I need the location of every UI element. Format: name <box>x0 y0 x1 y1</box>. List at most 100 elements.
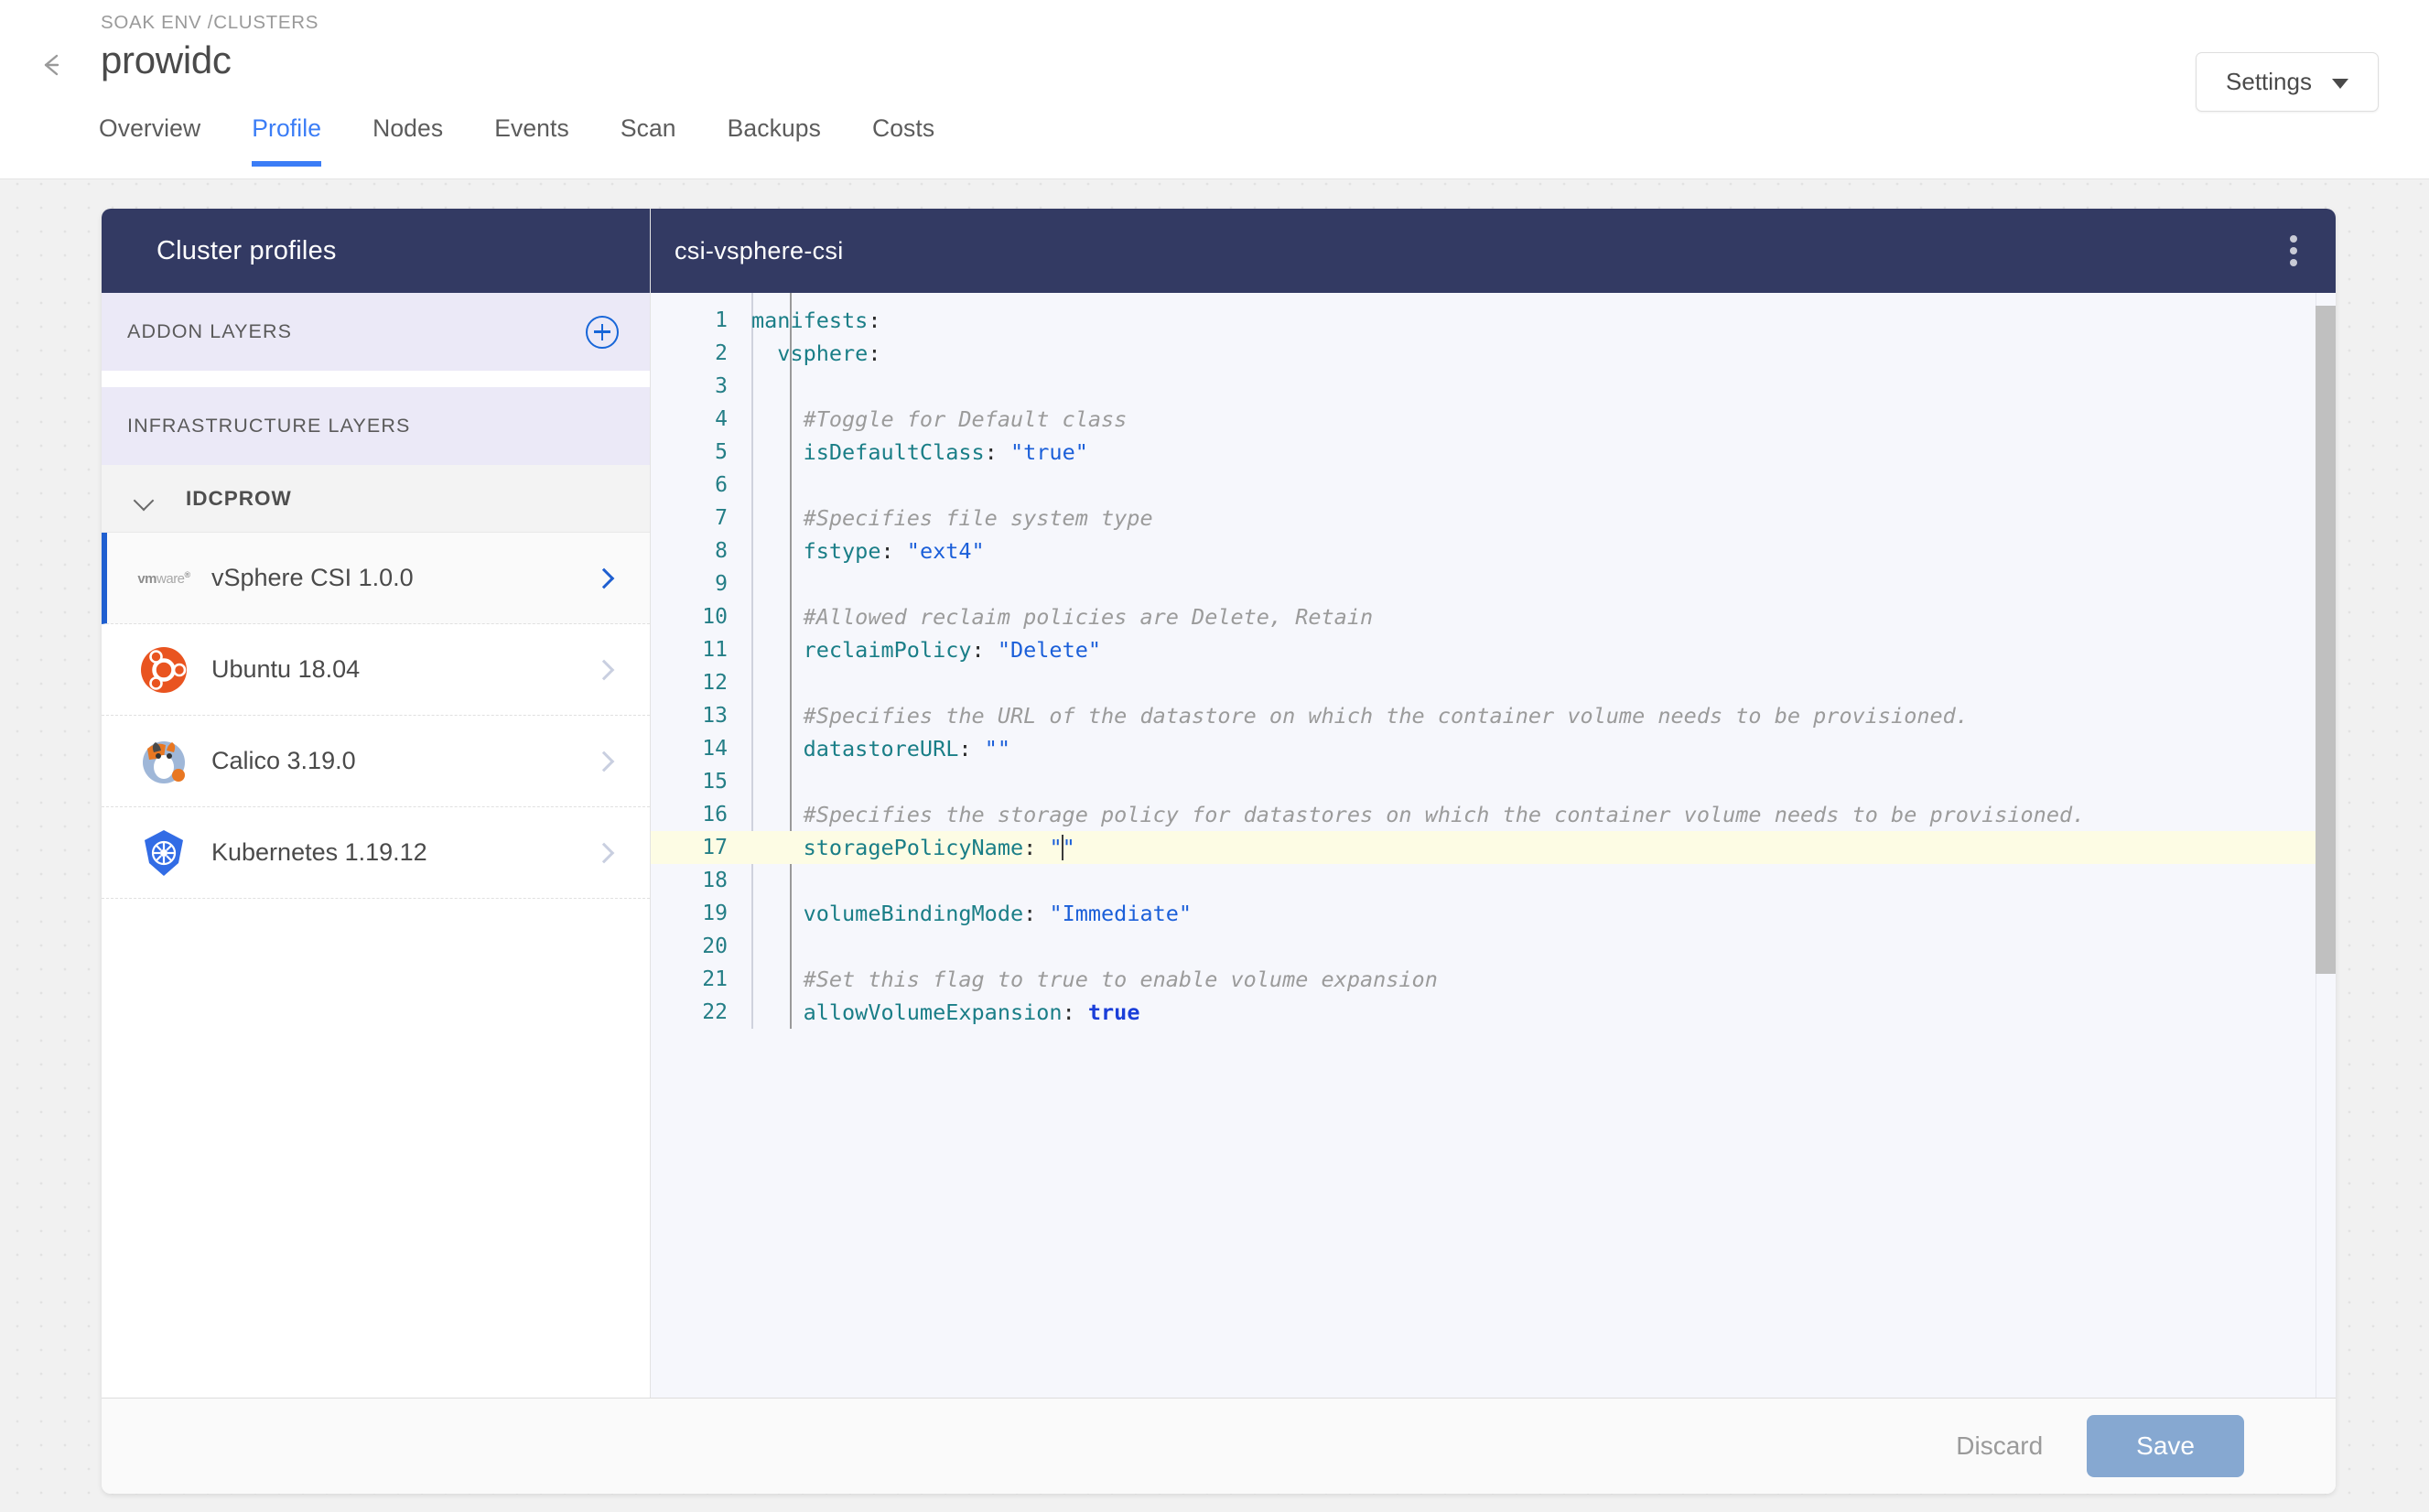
code-text: manifests: <box>751 308 881 333</box>
discard-button[interactable]: Discard <box>1936 1422 2063 1470</box>
code-text: #Toggle for Default class <box>803 406 1128 432</box>
code-line[interactable]: 1 manifests: <box>651 304 2336 337</box>
code-line[interactable]: 3 <box>651 370 2336 403</box>
line-number: 11 <box>702 638 728 662</box>
layer-group-label: IDCPROW <box>186 486 292 510</box>
code-text: #Specifies the storage policy for datast… <box>803 802 2086 827</box>
editor-header: csi-vsphere-csi <box>651 209 2336 293</box>
sidebar-item-vsphere-csi-label: vSphere CSI 1.0.0 <box>211 564 414 591</box>
section-divider <box>102 371 650 387</box>
section-addon-layers-label: ADDON LAYERS <box>127 320 293 342</box>
sidebar-item-ubuntu[interactable]: Ubuntu 18.04 <box>102 624 650 716</box>
code-lines[interactable]: 1 manifests: 2 vsphere: 3 4 #Toggle for Def… <box>651 293 2336 1029</box>
card-body: Cluster profiles ADDON LAYERS INFRASTRUC… <box>102 209 2336 1398</box>
profile-card: Cluster profiles ADDON LAYERS INFRASTRUC… <box>102 209 2336 1494</box>
code-line[interactable]: 16 #Specifies the storage policy for dat… <box>651 798 2336 831</box>
code-line[interactable]: 21 #Set this flag to true to enable volu… <box>651 963 2336 996</box>
code-line[interactable]: 4 #Toggle for Default class <box>651 403 2336 436</box>
chevron-down-icon <box>136 493 155 503</box>
code-line[interactable]: 22 allowVolumeExpansion: true <box>651 996 2336 1029</box>
line-number: 3 <box>715 374 728 398</box>
editor-vertical-scrollbar[interactable] <box>2316 293 2336 1398</box>
sidebar-item-calico[interactable]: Calico 3.19.0 <box>102 716 650 807</box>
chevron-down-icon <box>2331 78 2348 89</box>
code-line[interactable]: 7 #Specifies file system type <box>651 502 2336 535</box>
kebab-menu-icon[interactable] <box>2290 235 2297 266</box>
code-line[interactable]: 14 datastoreURL: "" <box>651 732 2336 765</box>
code-line[interactable]: 6 <box>651 469 2336 502</box>
app-root: SOAK ENV /CLUSTERS prowidc Overview Prof… <box>0 0 2429 1512</box>
line-number: 8 <box>715 539 728 563</box>
code-line[interactable]: 2 vsphere: <box>651 337 2336 370</box>
code-line[interactable]: 15 <box>651 765 2336 798</box>
line-number: 2 <box>715 341 728 365</box>
line-number: 22 <box>702 1000 728 1024</box>
chevron-right-icon[interactable] <box>593 751 615 772</box>
ubuntu-logo-icon <box>129 644 199 696</box>
back-arrow-icon[interactable] <box>31 46 70 84</box>
line-number: 13 <box>702 704 728 728</box>
chevron-right-icon[interactable] <box>593 659 615 680</box>
chevron-right-icon[interactable] <box>593 567 615 589</box>
kubernetes-logo-icon <box>129 827 199 879</box>
line-number: 20 <box>702 934 728 958</box>
code-line[interactable]: 19 volumeBindingMode: "Immediate" <box>651 897 2336 930</box>
line-number: 18 <box>702 869 728 892</box>
editor-scrollbar-thumb[interactable] <box>2316 306 2336 974</box>
code-line[interactable]: 10 #Allowed reclaim policies are Delete,… <box>651 600 2336 633</box>
section-infrastructure-layers-label: INFRASTRUCTURE LAYERS <box>127 415 411 437</box>
editor-title: csi-vsphere-csi <box>675 236 844 265</box>
code-line[interactable]: 18 <box>651 864 2336 897</box>
save-button[interactable]: Save <box>2087 1415 2244 1477</box>
tab-nodes[interactable]: Nodes <box>347 114 469 167</box>
line-number: 16 <box>702 803 728 826</box>
page-title: prowidc <box>101 38 232 81</box>
line-number: 14 <box>702 737 728 761</box>
chevron-right-icon[interactable] <box>593 842 615 863</box>
code-text: datastoreURL: "" <box>803 736 1010 761</box>
tab-scan[interactable]: Scan <box>595 114 702 167</box>
tab-costs[interactable]: Costs <box>847 114 960 167</box>
sidebar-item-vsphere-csi[interactable]: vmware® vSphere CSI 1.0.0 <box>102 533 650 624</box>
breadcrumb[interactable]: SOAK ENV /CLUSTERS <box>101 12 318 34</box>
code-line[interactable]: 8 fstype: "ext4" <box>651 535 2336 567</box>
settings-button[interactable]: Settings <box>2196 52 2379 112</box>
code-text: vsphere: <box>777 340 881 366</box>
code-area[interactable]: 1 manifests: 2 vsphere: 3 4 #Toggle for Def… <box>651 293 2336 1398</box>
line-number: 6 <box>715 473 728 497</box>
tab-profile[interactable]: Profile <box>226 114 347 167</box>
tab-overview[interactable]: Overview <box>99 114 226 167</box>
section-addon-layers[interactable]: ADDON LAYERS <box>102 293 650 371</box>
code-text: allowVolumeExpansion: true <box>803 999 1140 1025</box>
line-number: 15 <box>702 770 728 794</box>
line-number: 10 <box>702 605 728 629</box>
code-text: #Allowed reclaim policies are Delete, Re… <box>803 604 1374 630</box>
section-infrastructure-layers[interactable]: INFRASTRUCTURE LAYERS <box>102 387 650 465</box>
code-line[interactable]: 13 #Specifies the URL of the datastore o… <box>651 699 2336 732</box>
editor-footer: Discard Save <box>102 1398 2336 1494</box>
code-line[interactable]: 20 <box>651 930 2336 963</box>
line-number: 12 <box>702 671 728 695</box>
sidebar-item-kubernetes[interactable]: Kubernetes 1.19.12 <box>102 807 650 899</box>
tab-backups[interactable]: Backups <box>702 114 847 167</box>
code-text: #Set this flag to true to enable volume … <box>803 967 1438 992</box>
top-bar: SOAK ENV /CLUSTERS prowidc Overview Prof… <box>0 0 2429 179</box>
code-line[interactable]: 5 isDefaultClass: "true" <box>651 436 2336 469</box>
line-number: 4 <box>715 407 728 431</box>
code-line[interactable]: 11 reclaimPolicy: "Delete" <box>651 633 2336 666</box>
manifest-editor: csi-vsphere-csi 1 manifests: 2 vsphere: 3 4… <box>651 209 2336 1398</box>
code-line[interactable]: 12 <box>651 666 2336 699</box>
sidebar-title: Cluster profiles <box>102 209 650 293</box>
code-line[interactable]: 9 <box>651 567 2336 600</box>
code-line[interactable]: 17 storagePolicyName: "" <box>651 831 2336 864</box>
add-addon-layer-icon[interactable] <box>586 315 619 349</box>
layer-group-idcprow[interactable]: IDCPROW <box>102 465 650 533</box>
line-number: 17 <box>702 836 728 859</box>
tab-events[interactable]: Events <box>469 114 595 167</box>
